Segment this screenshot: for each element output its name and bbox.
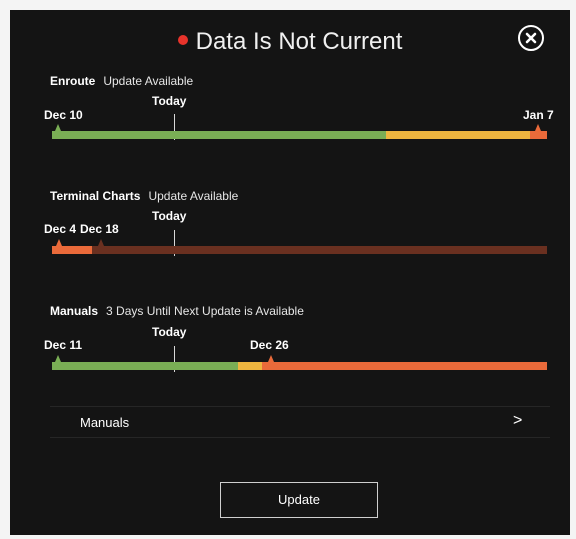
bar-segment-yellow [237, 362, 263, 370]
mid-marker-icon [98, 239, 104, 246]
divider [50, 406, 550, 407]
bar-segment-dark_red [91, 246, 547, 254]
timeline-bar-enroute [52, 131, 547, 139]
start-marker-icon [55, 124, 61, 131]
update-button[interactable]: Update [220, 482, 378, 518]
section-terminal-charts-header: Terminal Charts Update Available [50, 189, 238, 203]
bar-segment-green [52, 131, 387, 139]
timeline-bar-terminal-charts [52, 246, 547, 254]
start-date-label: Dec 4 [44, 222, 77, 236]
end-marker-icon [535, 124, 541, 131]
start-date-label: Dec 11 [44, 338, 83, 352]
today-label: Today [152, 325, 187, 339]
dialog-title: Data Is Not Current [10, 26, 570, 58]
close-icon [525, 32, 537, 44]
timeline-bar-manuals [52, 362, 547, 370]
manuals-row-label[interactable]: Manuals [80, 415, 129, 430]
bar-segment-orange [52, 246, 92, 254]
section-name: Terminal Charts [50, 189, 141, 203]
end-date-label: Jan 7 [523, 108, 554, 122]
close-button[interactable] [518, 25, 544, 51]
data-status-dialog: Data Is Not Current Enroute Update Availa… [10, 10, 570, 535]
status-dot-icon [177, 34, 188, 45]
start-marker-icon [55, 355, 61, 362]
mid-date-label: Dec 18 [80, 222, 119, 236]
today-label: Today [152, 94, 187, 108]
divider [50, 437, 550, 438]
today-label: Today [152, 209, 187, 223]
start-marker-icon [56, 239, 62, 246]
section-manuals-header: Manuals 3 Days Until Next Update is Avail… [50, 304, 304, 318]
section-status: 3 Days Until Next Update is Available [106, 304, 304, 318]
bar-segment-orange [262, 362, 547, 370]
section-status: Update Available [148, 189, 239, 203]
section-name: Manuals [50, 304, 99, 318]
start-date-label: Dec 10 [44, 108, 83, 122]
chevron-right-icon[interactable]: > [513, 412, 522, 430]
bar-segment-yellow [386, 131, 530, 139]
title-text: Data Is Not Current [195, 28, 403, 55]
mid-marker-icon [268, 355, 274, 362]
mid-date-label: Dec 26 [250, 338, 289, 352]
section-status: Update Available [103, 74, 194, 88]
bar-segment-green [52, 362, 238, 370]
section-name: Enroute [50, 74, 96, 88]
section-enroute-header: Enroute Update Available [50, 74, 193, 88]
bar-segment-orange [529, 131, 547, 139]
